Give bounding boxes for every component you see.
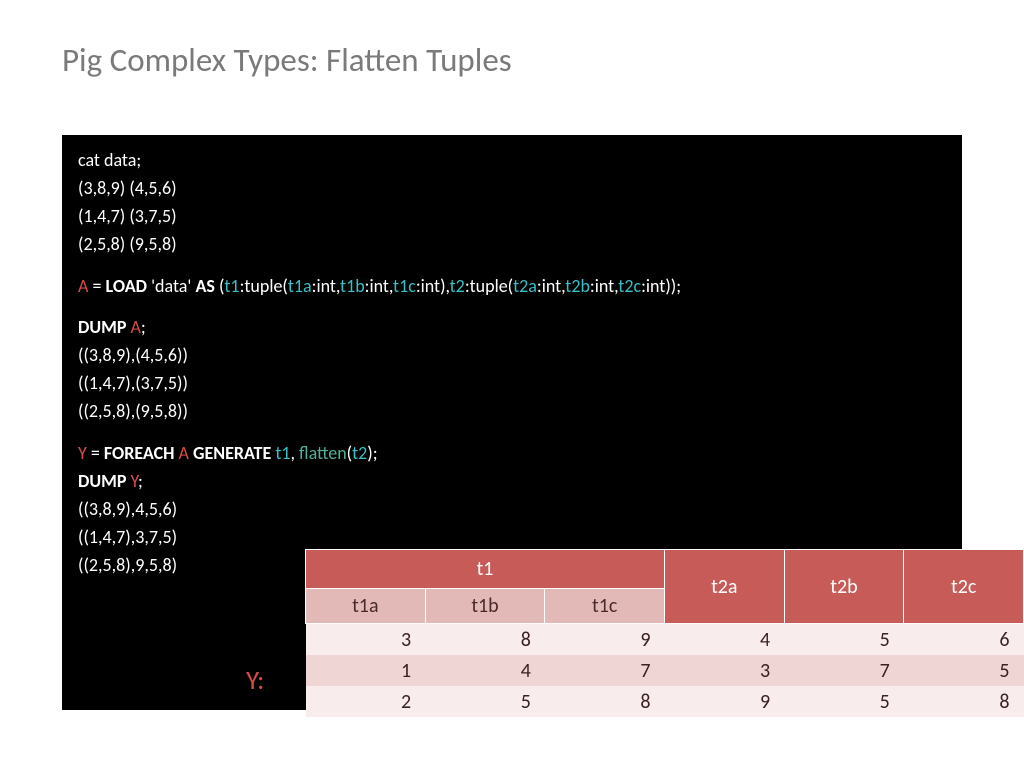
- cat-output-line: (3,8,9) (4,5,6): [78, 175, 946, 203]
- slide-title: Pig Complex Types: Flatten Tuples: [0, 0, 1024, 80]
- y-label: Y:: [246, 664, 264, 697]
- result-table: t1 t2a t2b t2c t1a t1b t1c 389456 147375…: [305, 549, 1024, 717]
- col-t1: t1: [306, 550, 665, 589]
- col-t1b: t1b: [425, 589, 545, 624]
- dump-y-output: ((1,4,7),3,7,5): [78, 524, 946, 552]
- cat-command: cat data;: [78, 147, 946, 175]
- cat-output-line: (1,4,7) (3,7,5): [78, 203, 946, 231]
- y-generate: Y = FOREACH A GENERATE t1, flatten(t2);: [78, 440, 946, 468]
- cat-output-line: (2,5,8) (9,5,8): [78, 231, 946, 259]
- col-t1c: t1c: [545, 589, 665, 624]
- dump-a-output: ((3,8,9),(4,5,6)): [78, 342, 946, 370]
- dump-a-output: ((2,5,8),(9,5,8)): [78, 398, 946, 426]
- col-t2b: t2b: [784, 550, 904, 624]
- table-row: 389456: [306, 624, 1024, 656]
- table-row: 258958: [306, 686, 1024, 717]
- table-row: 147375: [306, 655, 1024, 686]
- col-t2a: t2a: [664, 550, 784, 624]
- load-statement: A = LOAD 'data' AS (t1:tuple(t1a:int,t1b…: [78, 273, 946, 301]
- col-t2c: t2c: [904, 550, 1024, 624]
- col-t1a: t1a: [306, 589, 426, 624]
- dump-a-output: ((1,4,7),(3,7,5)): [78, 370, 946, 398]
- dump-y: DUMP Y;: [78, 468, 946, 496]
- dump-y-output: ((3,8,9),4,5,6): [78, 496, 946, 524]
- dump-a: DUMP A;: [78, 314, 946, 342]
